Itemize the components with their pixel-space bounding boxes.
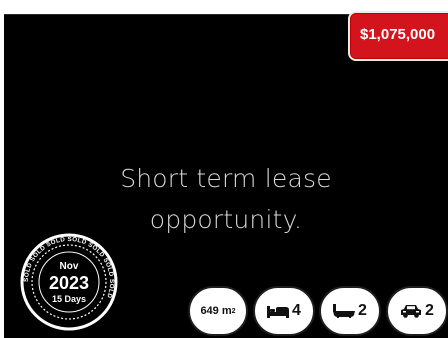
bathrooms-count: 2 [358, 302, 367, 319]
bath-icon [333, 304, 356, 318]
bathrooms-badge: 2 [319, 286, 381, 336]
stamp-month: Nov [59, 261, 79, 272]
headline-line-1: Short term lease [120, 164, 332, 193]
price-text: $1,075,000 [360, 26, 436, 43]
car-spaces-badge: 2 [386, 286, 448, 336]
bedrooms-badge: 4 [253, 286, 315, 336]
car-spaces-count: 2 [425, 302, 434, 319]
stamp-year: 2023 [48, 273, 90, 293]
land-area-value: 649 m [200, 305, 232, 317]
car-icon [400, 304, 422, 318]
price-tag: $1,075,000 [348, 11, 448, 61]
stamp-center: Nov 2023 15 Days [19, 232, 119, 332]
land-area-badge: 649 m2 [188, 286, 248, 336]
bedrooms-count: 4 [292, 302, 301, 319]
listing-headline: Short term lease opportunity. [4, 158, 448, 240]
stamp-days: 15 Days [51, 294, 87, 304]
listing-card[interactable]: Short term lease opportunity. $1,075,000… [0, 0, 448, 338]
bed-icon [267, 304, 290, 318]
sold-stamp: SOLD SOLD SOLD SOLD SOLD SOLD SOLD Nov 2… [19, 232, 119, 332]
land-area-unit-sup: 2 [231, 307, 236, 315]
